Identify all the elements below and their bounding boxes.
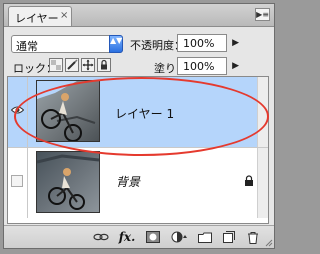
link-icon[interactable]: [92, 229, 110, 245]
tab-layers[interactable]: レイヤー ×: [8, 6, 72, 26]
blend-mode-select[interactable]: 通常 ▲▼: [11, 35, 123, 53]
adjustment-icon[interactable]: [170, 229, 190, 245]
opacity-field[interactable]: 100% ▶: [177, 34, 239, 52]
fill-value: 100%: [183, 60, 215, 73]
folder-icon[interactable]: [196, 229, 214, 245]
select-arrow-icon[interactable]: ▲▼: [109, 35, 123, 53]
lock-icon: [245, 175, 253, 186]
panel-tabbar: レイヤー × ▶≡: [4, 4, 274, 27]
scrollbar[interactable]: [257, 148, 268, 218]
opacity-arrow-icon[interactable]: ▶: [232, 38, 239, 48]
visibility-toggle[interactable]: [8, 148, 28, 218]
lock-image-icon[interactable]: [65, 58, 79, 72]
panel-menu-button[interactable]: ▶≡: [255, 8, 270, 21]
panel-bottom-bar: fx.: [4, 225, 274, 248]
visibility-off-icon[interactable]: [11, 175, 23, 187]
opacity-value: 100%: [183, 37, 215, 50]
lock-transparent-icon[interactable]: [49, 58, 63, 72]
annotation-ellipse: [14, 77, 269, 156]
resize-grip-icon[interactable]: [265, 239, 273, 247]
blend-mode-value: 通常: [16, 40, 38, 53]
layers-panel: レイヤー × ▶≡ 通常 ▲▼ 不透明度： 100% ▶ ロック： 塗り： 10…: [3, 3, 275, 249]
layer-thumbnail: [36, 151, 100, 213]
lock-position-icon[interactable]: [81, 58, 95, 72]
mask-icon[interactable]: [144, 229, 162, 245]
tab-layers-label: レイヤー: [15, 12, 59, 25]
close-icon[interactable]: ×: [60, 10, 68, 21]
trash-icon[interactable]: [244, 229, 262, 245]
layer-name[interactable]: 背景: [116, 173, 140, 190]
lock-all-icon[interactable]: [97, 58, 111, 72]
new-layer-icon[interactable]: [220, 229, 238, 245]
layer-row-background[interactable]: 背景: [8, 147, 268, 218]
fill-arrow-icon[interactable]: ▶: [232, 61, 239, 71]
fill-field[interactable]: 100% ▶: [177, 57, 239, 75]
fx-icon[interactable]: fx.: [118, 229, 136, 245]
